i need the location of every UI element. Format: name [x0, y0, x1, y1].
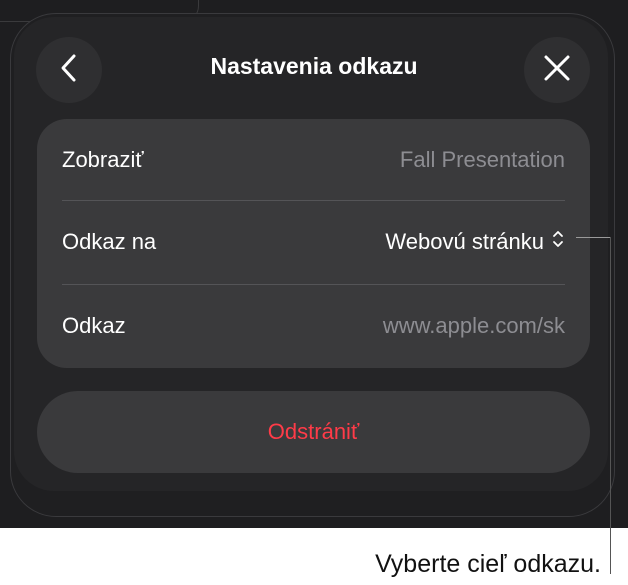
link-to-label: Odkaz na: [62, 229, 157, 254]
delete-label: Odstrániť: [267, 419, 360, 444]
link-to-row[interactable]: Odkaz na Webovú stránku: [62, 201, 565, 283]
link-label: Odkaz: [62, 313, 126, 338]
callout-leader-vertical: [610, 237, 611, 574]
close-button[interactable]: [524, 37, 590, 103]
chevron-up-down-icon: [551, 229, 565, 255]
app-screen: Nastavenia odkazu Zobraziť Fall Presenta…: [0, 0, 628, 528]
display-value[interactable]: Fall Presentation: [400, 147, 565, 173]
settings-group: Zobraziť Fall Presentation Odkaz na Webo…: [37, 119, 590, 368]
link-row[interactable]: Odkaz www.apple.com/sk: [62, 285, 565, 367]
callout-leader-horizontal: [576, 237, 610, 238]
close-icon: [543, 54, 571, 87]
link-type-value: Webovú stránku: [385, 229, 544, 254]
delete-link-button[interactable]: Odstrániť: [37, 391, 590, 473]
link-type-selector[interactable]: Webovú stránku: [385, 229, 565, 255]
display-label: Zobraziť: [62, 147, 144, 172]
callout-text: Vyberte cieľ odkazu.: [375, 550, 601, 578]
display-row[interactable]: Zobraziť Fall Presentation: [62, 119, 565, 201]
link-url-field[interactable]: www.apple.com/sk: [383, 313, 565, 339]
